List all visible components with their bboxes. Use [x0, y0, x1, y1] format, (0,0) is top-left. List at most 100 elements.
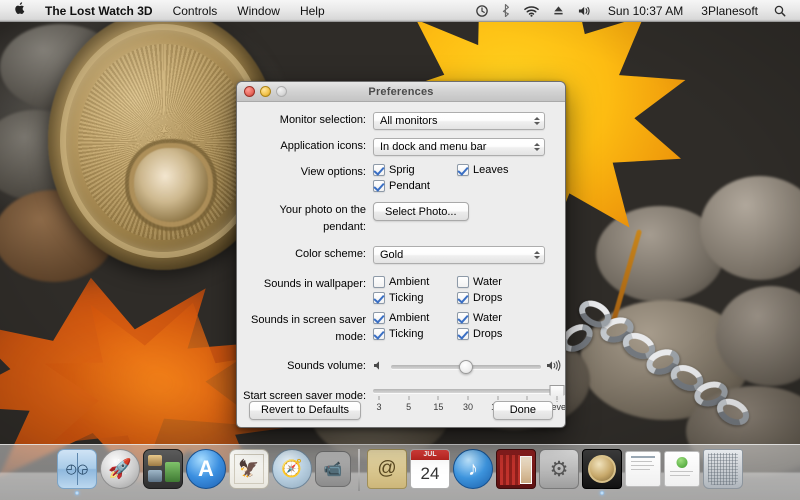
zoom-button[interactable]: [276, 86, 287, 97]
preferences-window: Preferences Monitor selection: All monit…: [236, 81, 566, 428]
checkbox-pendant[interactable]: Pendant: [373, 180, 457, 192]
menu-bar-status-area: Sun 10:37 AM 3Planesoft: [469, 2, 800, 20]
running-indicator: [600, 491, 604, 495]
apple-logo-icon[interactable]: [6, 1, 35, 20]
dock: ◴◶ 🚀 A 🦅 🧭 📹 @ JUL 24 ♪ ⚙: [0, 444, 800, 500]
checkbox-screensaver-ticking[interactable]: Ticking: [373, 328, 457, 340]
checkbox-screensaver-ambient[interactable]: Ambient: [373, 312, 457, 324]
music-note-icon: ♪: [468, 457, 478, 480]
dock-item-mail[interactable]: 🦅: [229, 449, 269, 489]
checkbox-wallpaper-drops-box[interactable]: [457, 292, 469, 304]
checkbox-sprig[interactable]: Sprig: [373, 164, 457, 176]
label-sounds-volume: Sounds volume:: [287, 360, 366, 372]
sounds-volume-slider[interactable]: [373, 359, 563, 374]
checkbox-screensaver-drops-box[interactable]: [457, 328, 469, 340]
dock-item-finder[interactable]: ◴◶: [57, 449, 97, 495]
checkbox-wallpaper-ambient-box[interactable]: [373, 276, 385, 288]
checkbox-wallpaper-ticking-box[interactable]: [373, 292, 385, 304]
wifi-icon[interactable]: [517, 2, 546, 20]
dock-item-iphoto[interactable]: [496, 449, 536, 489]
dock-item-lost-watch[interactable]: [582, 449, 622, 495]
bluetooth-icon[interactable]: [495, 2, 517, 20]
checkbox-wallpaper-water[interactable]: Water: [457, 276, 551, 288]
label-photo: Your photo on the pendant:: [279, 204, 366, 233]
color-scheme-popup[interactable]: Gold: [373, 246, 545, 264]
menu-controls[interactable]: Controls: [163, 2, 228, 20]
checkbox-wallpaper-drops[interactable]: Drops: [457, 292, 551, 304]
chevron-updown-icon: [534, 117, 540, 125]
timemachine-icon[interactable]: [469, 2, 495, 20]
checkbox-leaves-label: Leaves: [473, 164, 509, 176]
menu-bar: The Lost Watch 3D Controls Window Help S…: [0, 0, 800, 22]
dock-item-mission-control[interactable]: [143, 449, 183, 489]
minimize-button[interactable]: [260, 86, 271, 97]
calendar-day: 24: [420, 464, 440, 483]
menu-app-name[interactable]: The Lost Watch 3D: [35, 2, 163, 20]
doc-line: [670, 475, 690, 476]
dock-item-calendar[interactable]: JUL 24: [410, 449, 450, 489]
doc-line: [631, 465, 654, 466]
checkbox-leaves[interactable]: Leaves: [457, 164, 551, 176]
label-application-icons: Application icons:: [280, 140, 366, 152]
dock-item-trash[interactable]: [703, 449, 743, 489]
dock-item-document-1[interactable]: [625, 451, 661, 487]
checkbox-wallpaper-water-box[interactable]: [457, 276, 469, 288]
control-sounds-screensaver: Ambient Water Ticking Drops: [373, 312, 551, 340]
checkbox-leaves-box[interactable]: [457, 164, 469, 176]
monitor-selection-popup[interactable]: All monitors: [373, 112, 545, 130]
checkbox-screensaver-ambient-label: Ambient: [389, 312, 430, 324]
checkbox-wallpaper-ticking[interactable]: Ticking: [373, 292, 457, 304]
doc-badge-icon: [676, 457, 688, 468]
trash-mesh-icon: [708, 453, 738, 485]
checkbox-screensaver-ticking-box[interactable]: [373, 328, 385, 340]
speaker-low-icon: [373, 360, 386, 373]
calendar-month: JUL: [423, 451, 437, 458]
checkbox-wallpaper-ambient-label: Ambient: [389, 276, 430, 288]
menu-user-name[interactable]: 3Planesoft: [692, 4, 767, 18]
volume-knob[interactable]: [459, 359, 473, 374]
checkbox-screensaver-ambient-box[interactable]: [373, 312, 385, 324]
dock-item-safari[interactable]: 🧭: [272, 449, 312, 489]
dock-item-facetime[interactable]: 📹: [315, 451, 351, 487]
dock-item-document-2[interactable]: [664, 451, 700, 487]
select-photo-button[interactable]: Select Photo...: [373, 202, 469, 221]
dock-item-launchpad[interactable]: 🚀: [100, 449, 140, 489]
checkbox-screensaver-water-label: Water: [473, 312, 502, 324]
window-title-bar[interactable]: Preferences: [237, 82, 565, 102]
control-application-icons: In dock and menu bar: [373, 138, 551, 156]
iphoto-curtain: [500, 455, 520, 485]
done-button[interactable]: Done: [492, 400, 553, 420]
eject-icon[interactable]: [546, 2, 571, 20]
row-application-icons: Application icons: In dock and menu bar: [237, 138, 551, 156]
checkbox-screensaver-drops[interactable]: Drops: [457, 328, 551, 340]
chevron-updown-icon: [534, 143, 540, 151]
checkbox-screensaver-drops-label: Drops: [473, 328, 503, 340]
menu-window[interactable]: Window: [227, 2, 290, 20]
checkbox-pendant-label: Pendant: [389, 180, 430, 192]
checkbox-pendant-box[interactable]: [373, 180, 385, 192]
preferences-content: Monitor selection: All monitors Applicat…: [237, 102, 565, 427]
checkbox-screensaver-water-box[interactable]: [457, 312, 469, 324]
color-scheme-value: Gold: [380, 249, 404, 261]
volume-track[interactable]: [391, 359, 541, 374]
revert-to-defaults-button[interactable]: Revert to Defaults: [249, 400, 362, 420]
close-button[interactable]: [244, 86, 255, 97]
dock-item-contacts[interactable]: @: [367, 449, 407, 489]
volume-icon[interactable]: [571, 2, 599, 20]
menu-clock[interactable]: Sun 10:37 AM: [599, 4, 692, 18]
dock-item-app-store[interactable]: A: [186, 449, 226, 489]
checkbox-screensaver-water[interactable]: Water: [457, 312, 551, 324]
checkbox-wallpaper-ambient[interactable]: Ambient: [373, 276, 457, 288]
menu-help[interactable]: Help: [290, 2, 335, 20]
application-icons-popup[interactable]: In dock and menu bar: [373, 138, 545, 156]
chevron-updown-icon: [534, 251, 540, 259]
desktop-screen: The Lost Watch 3D Controls Window Help S…: [0, 0, 800, 500]
control-view-options: Sprig Leaves Pendant: [373, 164, 551, 192]
checkbox-screensaver-ticking-label: Ticking: [389, 328, 424, 340]
checkbox-sprig-box[interactable]: [373, 164, 385, 176]
search-icon[interactable]: [767, 2, 793, 20]
doc-line: [670, 471, 693, 472]
row-sounds-volume: Sounds volume:: [237, 358, 561, 375]
dock-item-itunes[interactable]: ♪: [453, 449, 493, 489]
dock-item-system-preferences[interactable]: ⚙: [539, 449, 579, 489]
